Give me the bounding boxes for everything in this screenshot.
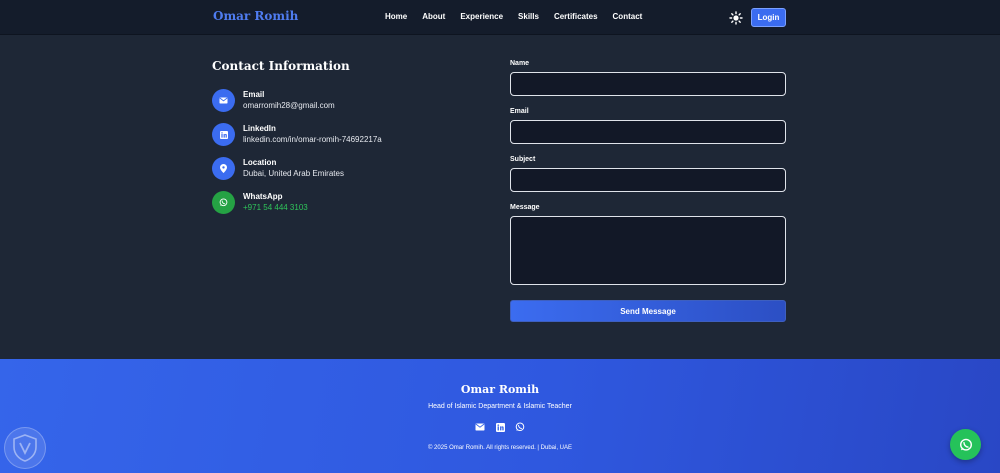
footer-name: Omar Romih: [460, 383, 540, 396]
sun-icon[interactable]: [729, 11, 743, 25]
location-pin-icon: [212, 157, 235, 180]
contact-location-title: Location: [243, 158, 277, 167]
footer-role: Head of Islamic Department & Islamic Tea…: [428, 403, 572, 410]
nav-link-certificates[interactable]: Certificates: [554, 12, 598, 21]
mail-icon[interactable]: [475, 422, 485, 432]
message-label: Message: [510, 204, 540, 211]
whatsapp-icon: [959, 438, 972, 451]
nav-link-experience[interactable]: Experience: [460, 12, 503, 21]
contact-whatsapp-title: WhatsApp: [243, 192, 283, 201]
footer: Omar Romih Head of Islamic Department & …: [0, 359, 1000, 473]
send-message-button[interactable]: Send Message: [510, 300, 786, 322]
login-button[interactable]: Login: [751, 8, 786, 27]
nav-link-contact[interactable]: Contact: [613, 12, 643, 21]
whatsapp-icon[interactable]: [515, 422, 525, 432]
footer-copyright: © 2025 Omar Romih. All rights reserved. …: [427, 445, 573, 451]
contact-email-value[interactable]: omarromih28@gmail.com: [243, 101, 335, 110]
footer-social-icons: [475, 422, 525, 432]
message-textarea[interactable]: [510, 216, 786, 285]
email-input[interactable]: [510, 120, 786, 144]
contact-linkedin-title: LinkedIn: [243, 124, 276, 133]
contact-email-title: Email: [243, 90, 265, 99]
contact-heading: Contact Information: [212, 59, 350, 73]
brand-logo-text[interactable]: Omar Romih: [213, 9, 298, 23]
contact-whatsapp-value[interactable]: +971 54 444 3103: [243, 203, 308, 212]
linkedin-icon: [212, 123, 235, 146]
nav-link-skills[interactable]: Skills: [518, 12, 539, 21]
whatsapp-floating-button[interactable]: [950, 429, 981, 460]
subject-label: Subject: [510, 156, 536, 163]
shield-logo-icon: [4, 427, 46, 469]
nav-link-about[interactable]: About: [422, 12, 445, 21]
subject-input[interactable]: [510, 168, 786, 192]
navbar: Omar Romih Home About Experience Skills …: [0, 0, 1000, 35]
email-label: Email: [510, 108, 529, 115]
nav-links: Home About Experience Skills Certificate…: [385, 12, 642, 21]
linkedin-icon[interactable]: [495, 422, 505, 432]
contact-location-value: Dubai, United Arab Emirates: [243, 169, 344, 178]
contact-linkedin-value[interactable]: linkedin.com/in/omar-romih-74692217a: [243, 135, 382, 144]
whatsapp-icon: [212, 191, 235, 214]
name-input[interactable]: [510, 72, 786, 96]
name-label: Name: [510, 60, 530, 67]
nav-link-home[interactable]: Home: [385, 12, 407, 21]
mail-icon: [212, 89, 235, 112]
